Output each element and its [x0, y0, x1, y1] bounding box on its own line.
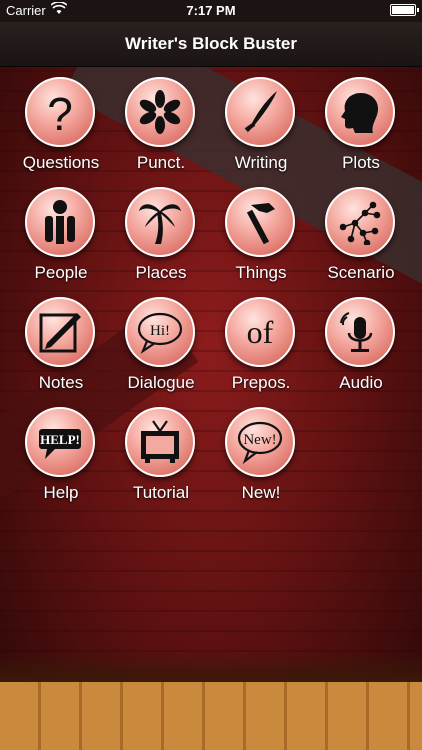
- tv-icon: [125, 407, 195, 477]
- tile-label: Scenario: [327, 263, 395, 282]
- svg-text:of: of: [247, 314, 274, 350]
- tile-label: Things: [235, 263, 287, 282]
- svg-text:HELP!: HELP!: [40, 432, 80, 447]
- tile-label: Notes: [38, 373, 84, 392]
- svg-text:Hi!: Hi!: [150, 323, 170, 339]
- asterisk-icon: [125, 77, 195, 147]
- palm-tree-icon: [125, 187, 195, 257]
- svg-text:New!: New!: [243, 432, 276, 448]
- status-time: 7:17 PM: [186, 3, 236, 18]
- tile-label: Help: [43, 483, 79, 502]
- tile-label: New!: [241, 483, 281, 502]
- speech-bubble-icon: Hi!: [125, 297, 195, 367]
- tile-label: Prepos.: [231, 373, 291, 392]
- new-bubble-icon: New!: [225, 407, 295, 477]
- status-bar: Carrier 7:17 PM: [0, 0, 422, 22]
- tile-label: Writing: [234, 153, 288, 172]
- tile-label: Tutorial: [132, 483, 190, 502]
- notepad-pen-icon: [25, 297, 95, 367]
- tile-label: Questions: [22, 153, 100, 172]
- questions-icon: ?: [25, 77, 95, 147]
- help-sign-icon: HELP!: [25, 407, 95, 477]
- person-icon: [25, 187, 95, 257]
- microphone-icon: [325, 297, 395, 367]
- app-title: Writer's Block Buster: [125, 34, 297, 53]
- head-icon: [325, 77, 395, 147]
- battery-icon: [390, 4, 419, 16]
- tile-label: Audio: [339, 373, 383, 392]
- hammer-icon: [225, 187, 295, 257]
- svg-text:?: ?: [47, 89, 73, 135]
- nav-bar: Writer's Block Buster: [0, 22, 422, 67]
- tile-label: Dialogue: [127, 373, 195, 392]
- tile-label: Plots: [342, 153, 380, 172]
- tile-label: People: [34, 263, 88, 282]
- of-text-icon: of: [225, 297, 295, 367]
- tile-label: Places: [135, 263, 187, 282]
- tile-label: Punct.: [136, 153, 186, 172]
- wood-floor: [0, 652, 422, 750]
- quill-icon: [225, 77, 295, 147]
- branching-tree-icon: [325, 187, 395, 257]
